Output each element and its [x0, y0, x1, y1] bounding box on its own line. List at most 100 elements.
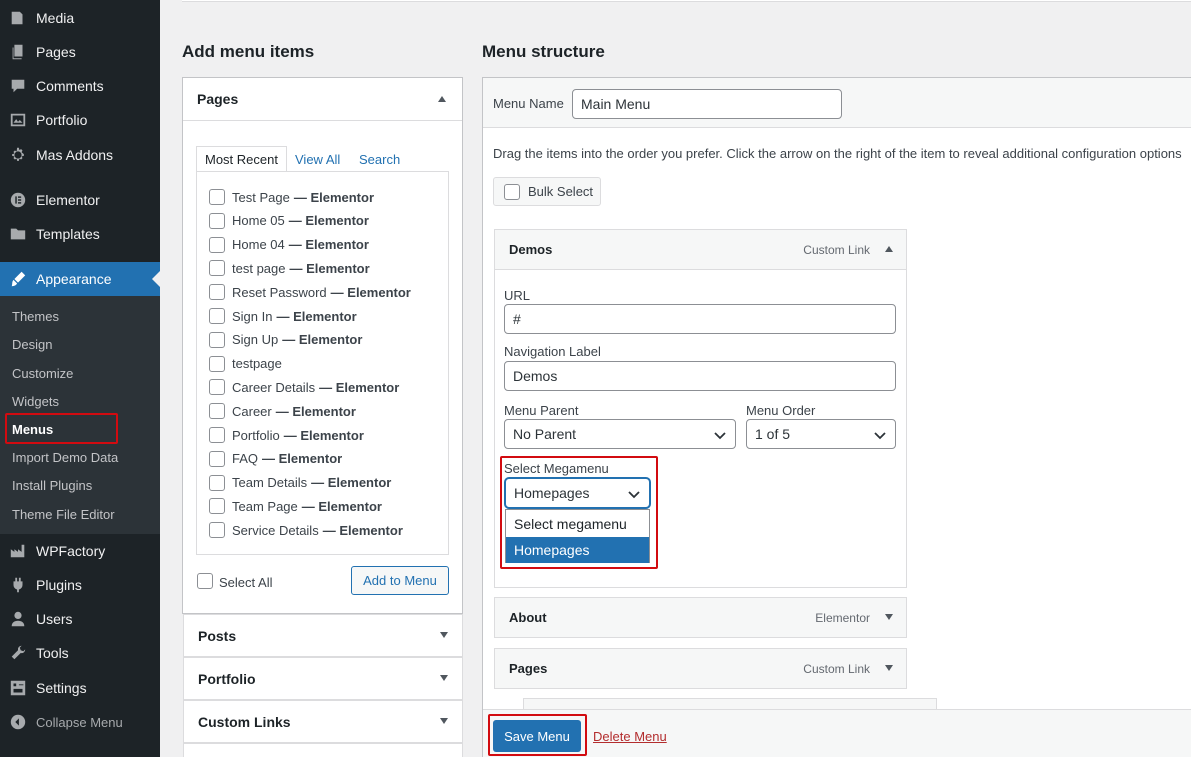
submenu-item-themes[interactable]: Themes	[12, 309, 59, 324]
page-name: Career	[232, 403, 272, 419]
page-checkbox[interactable]	[209, 212, 225, 229]
bulk-select-checkbox[interactable]	[504, 183, 520, 200]
page-checklist-item[interactable]: Portfolio — Elementor	[209, 426, 364, 444]
sidebar-item-users[interactable]: Users	[0, 602, 160, 636]
page-checklist-item[interactable]: Test Page — Elementor	[209, 188, 374, 206]
page-builder-suffix: — Elementor	[275, 403, 356, 419]
menu-item-demos[interactable]: Demos Custom Link	[494, 229, 907, 270]
sidebar-item-portfolio[interactable]: Portfolio	[0, 103, 160, 137]
page-checklist-item[interactable]: Career — Elementor	[209, 402, 356, 420]
tab-most-recent[interactable]: Most Recent	[196, 146, 287, 172]
page-checklist-item[interactable]: test page — Elementor	[209, 259, 370, 277]
expand-arrow-icon[interactable]	[885, 665, 893, 671]
page-checkbox[interactable]	[209, 308, 225, 324]
page-checklist-item[interactable]: testpage	[209, 355, 282, 373]
custom-links-section-header[interactable]: Custom Links	[183, 700, 463, 743]
sidebar-item-settings[interactable]: Settings	[0, 671, 160, 705]
sidebar-item-media[interactable]: Media	[0, 1, 160, 35]
admin-sidebar: Media Pages Comments Portfolio Mas Addon…	[0, 0, 160, 757]
sidebar-item-templates[interactable]: Templates	[0, 217, 160, 251]
posts-section-header[interactable]: Posts	[183, 614, 463, 657]
submenu-item-theme-editor[interactable]: Theme File Editor	[12, 507, 115, 522]
delete-menu-link[interactable]: Delete Menu	[593, 729, 667, 744]
page-builder-suffix: — Elementor	[288, 237, 369, 253]
menu-footer-bar	[483, 709, 1191, 757]
menu-name-input[interactable]: Main Menu	[572, 89, 842, 119]
collapse-arrow-icon[interactable]	[885, 246, 893, 252]
page-checkbox[interactable]	[209, 403, 225, 420]
sidebar-item-tools[interactable]: Tools	[0, 636, 160, 670]
page-checkbox[interactable]	[209, 379, 225, 396]
portfolio-section-header[interactable]: Portfolio	[183, 657, 463, 700]
sidebar-collapse-menu[interactable]: Collapse Menu	[0, 705, 160, 739]
sidebar-item-label: Templates	[36, 226, 100, 242]
posts-section-title: Posts	[198, 627, 237, 644]
tab-view-all[interactable]: View All	[295, 146, 340, 172]
menu-item-title: Pages	[509, 661, 548, 676]
page-checkbox[interactable]	[209, 427, 225, 443]
page-checklist-item[interactable]: Career Details — Elementor	[209, 378, 399, 396]
pages-panel-title: Pages	[197, 91, 239, 107]
page-name: Sign In	[232, 308, 273, 324]
chevron-down-icon	[714, 432, 726, 440]
page-checklist-item[interactable]: Team Page — Elementor	[209, 497, 382, 515]
sidebar-item-label: Users	[36, 611, 73, 627]
page-checkbox[interactable]	[209, 189, 225, 205]
submenu-item-import-demo[interactable]: Import Demo Data	[12, 450, 118, 465]
menu-parent-select[interactable]: No Parent	[504, 419, 736, 449]
page-builder-suffix: — Elementor	[289, 260, 370, 276]
page-checkbox[interactable]	[209, 355, 225, 372]
navigation-label-input[interactable]: Demos	[504, 361, 896, 391]
page-checkbox[interactable]	[209, 522, 225, 539]
menu-order-select[interactable]: 1 of 5	[746, 419, 896, 449]
sidebar-item-elementor[interactable]: Elementor	[0, 183, 160, 217]
sidebar-item-label: Elementor	[36, 192, 100, 208]
url-input[interactable]: #	[504, 304, 896, 334]
page-checklist-item[interactable]: Sign In — Elementor	[209, 307, 357, 325]
page-checklist-item[interactable]: Team Details — Elementor	[209, 474, 391, 492]
sidebar-item-plugins[interactable]: Plugins	[0, 568, 160, 602]
portfolio-section-title: Portfolio	[198, 670, 256, 687]
page-checkbox[interactable]	[209, 260, 225, 277]
submenu-item-widgets[interactable]: Widgets	[12, 394, 59, 409]
submenu-item-customize[interactable]: Customize	[12, 366, 73, 381]
page-checklist-item[interactable]: Service Details — Elementor	[209, 521, 403, 539]
submenu-item-design[interactable]: Design	[12, 337, 52, 352]
page-checklist-item[interactable]: Reset Password — Elementor	[209, 283, 411, 301]
page-checkbox[interactable]	[209, 450, 225, 467]
sidebar-item-appearance[interactable]: Appearance	[0, 262, 160, 296]
menu-parent-value: No Parent	[513, 426, 577, 442]
page-builder-suffix: — Elementor	[301, 498, 382, 514]
brush-icon	[0, 262, 36, 296]
sidebar-item-comments[interactable]: Comments	[0, 69, 160, 103]
page-builder-suffix: — Elementor	[330, 284, 411, 300]
sidebar-item-label: Comments	[36, 78, 104, 94]
page-checkbox[interactable]	[209, 498, 225, 515]
settings-icon	[0, 671, 36, 705]
sidebar-item-mas-addons[interactable]: Mas Addons	[0, 138, 160, 172]
select-all-checkbox[interactable]	[197, 573, 213, 589]
page-checklist-item[interactable]: FAQ — Elementor	[209, 450, 342, 468]
page-checkbox[interactable]	[209, 474, 225, 491]
add-to-menu-button[interactable]: Add to Menu	[351, 566, 449, 595]
sidebar-item-pages[interactable]: Pages	[0, 35, 160, 69]
bulk-select-button[interactable]: Bulk Select	[493, 177, 601, 206]
menu-item-about[interactable]: About Elementor	[494, 597, 907, 638]
menu-item-pages[interactable]: Pages Custom Link	[494, 648, 907, 689]
page-checklist-item[interactable]: Sign Up — Elementor	[209, 331, 362, 349]
submenu-item-install-plugins[interactable]: Install Plugins	[12, 478, 92, 493]
page-checkbox[interactable]	[209, 331, 225, 348]
sidebar-item-label: Portfolio	[36, 112, 88, 128]
sidebar-item-wpfactory[interactable]: WPFactory	[0, 534, 160, 568]
page-checklist-item[interactable]: Home 04— Elementor	[209, 236, 369, 254]
page-name: test page	[232, 260, 286, 276]
save-menu-highlight	[488, 714, 587, 756]
tab-search[interactable]: Search	[359, 146, 400, 172]
page-checklist-item[interactable]: Home 05— Elementor	[209, 212, 369, 230]
page-checkbox[interactable]	[209, 236, 225, 253]
page-checkbox[interactable]	[209, 284, 225, 301]
expand-arrow-icon[interactable]	[885, 614, 893, 620]
next-section-edge	[183, 743, 463, 757]
pages-panel-header[interactable]: Pages	[183, 78, 462, 121]
media-icon	[0, 1, 36, 35]
